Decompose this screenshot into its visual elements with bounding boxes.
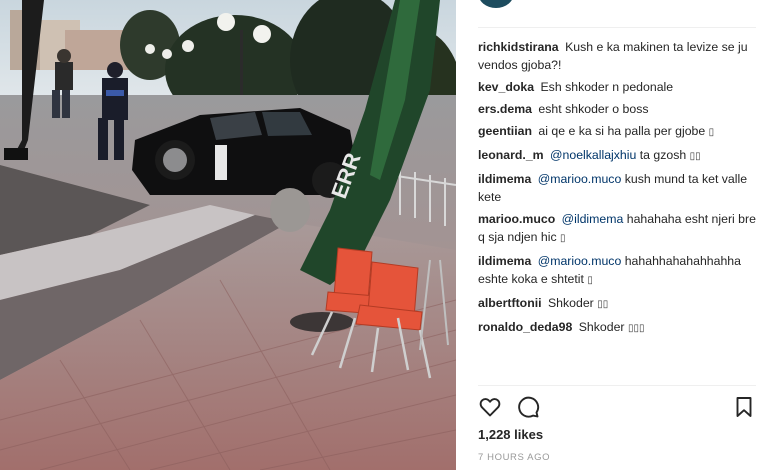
post-actions <box>478 395 756 419</box>
like-count[interactable]: 1,228 likes <box>478 427 543 442</box>
comment-text: Shkoder <box>544 296 598 310</box>
comment-item: ers.dema esht shkoder o boss <box>478 100 760 118</box>
emoji-glyph: ▯ <box>560 233 566 244</box>
bookmark-icon[interactable] <box>732 395 756 419</box>
comment-item: kev_doka Esh shkoder n pedonale <box>478 78 760 96</box>
comment-item: richkidstirana Kush e ka makinen ta levi… <box>478 38 760 74</box>
comment-item: marioo.muco @ildimema hahahaha esht njer… <box>478 210 760 248</box>
comment-mention[interactable]: @marioo.muco <box>538 254 622 268</box>
post-photo[interactable]: ERR <box>0 0 456 470</box>
comment-username[interactable]: geentiian <box>478 124 532 138</box>
comment-text: ta gzosh <box>636 148 690 162</box>
emoji-glyph: ▯▯ <box>689 151 701 162</box>
comment-text: Shkoder <box>575 320 628 334</box>
comment-username[interactable]: ildimema <box>478 172 531 186</box>
comment-username[interactable]: albertftonii <box>478 296 542 310</box>
comment-item: leonard._m @noelkallajxhiu ta gzosh ▯▯ <box>478 146 760 166</box>
comment-username[interactable]: marioo.muco <box>478 212 555 226</box>
header-divider <box>478 27 756 28</box>
comment-bubble-icon[interactable] <box>516 395 540 419</box>
emoji-glyph: ▯▯▯ <box>627 323 645 334</box>
post-timestamp[interactable]: 7 HOURS AGO <box>478 452 550 463</box>
emoji-glyph: ▯▯ <box>597 299 609 310</box>
comment-item: ildimema @marioo.muco hahahhahahahhahha … <box>478 252 760 290</box>
comment-text: Esh shkoder n pedonale <box>537 80 674 94</box>
comment-list: richkidstirana Kush e ka makinen ta levi… <box>478 38 760 342</box>
comment-item: albertftonii Shkoder ▯▯ <box>478 294 760 314</box>
comment-mention[interactable]: @ildimema <box>562 212 624 226</box>
comment-item: ronaldo_deda98 Shkoder ▯▯▯ <box>478 318 760 338</box>
comment-username[interactable]: richkidstirana <box>478 40 559 54</box>
emoji-glyph: ▯ <box>708 127 715 138</box>
post-sidebar: richkidstirana Kush e ka makinen ta levi… <box>456 0 770 470</box>
comment-username[interactable]: leonard._m <box>478 148 544 162</box>
street-scene-illustration: ERR <box>0 0 456 470</box>
comment-mention[interactable]: @marioo.muco <box>538 172 622 186</box>
comment-item: geentiian ai qe e ka si ha palla per gjo… <box>478 122 760 142</box>
comment-text: ai qe e ka si ha palla per gjobe <box>534 124 709 138</box>
comment-mention[interactable]: @noelkallajxhiu <box>550 148 636 162</box>
comment-username[interactable]: ronaldo_deda98 <box>478 320 572 334</box>
comment-text: esht shkoder o boss <box>535 102 649 116</box>
comment-username[interactable]: ers.dema <box>478 102 532 116</box>
comment-item: ildimema @marioo.muco kush mund ta ket v… <box>478 170 760 206</box>
emoji-glyph: ▯ <box>587 275 593 286</box>
actions-divider <box>478 385 756 386</box>
comment-username[interactable]: ildimema <box>478 254 531 268</box>
comment-username[interactable]: kev_doka <box>478 80 534 94</box>
heart-icon[interactable] <box>478 395 502 419</box>
avatar[interactable] <box>478 0 514 8</box>
